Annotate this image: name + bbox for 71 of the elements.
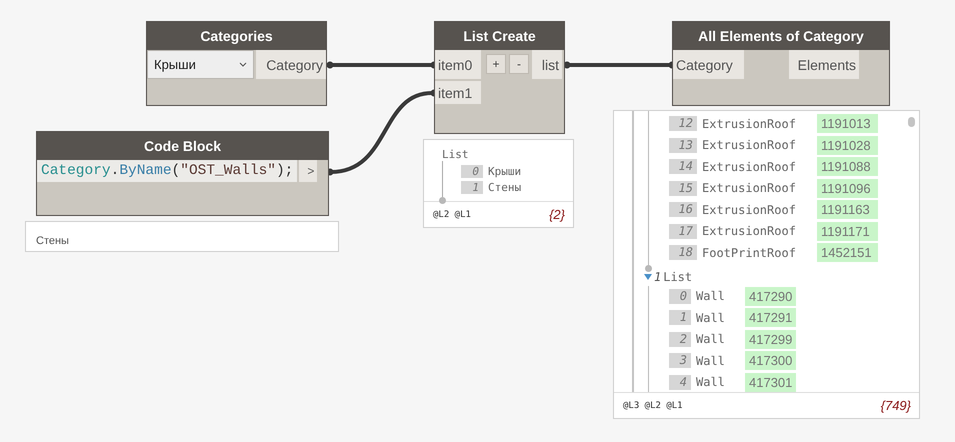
item-index: 1 [461,180,483,194]
item-index: 17 [669,224,697,239]
list-levels: @L2 @L1 [433,210,471,220]
item-index: 3 [669,353,691,368]
item-index: 4 [669,374,691,390]
element-type: ExtrusionRoof [702,202,797,217]
node-title: Code Block [37,132,328,160]
add-input-button[interactable]: + [486,54,506,74]
list-label: List [442,148,468,161]
element-type: Wall [696,310,726,325]
code-block-node[interactable]: Code Block Category.ByName("OST_Walls"); > [36,131,329,216]
element-type: Wall [696,289,726,304]
item-value: Стены [488,180,522,194]
item-index: 0 [669,288,691,304]
list-levels: @L3 @L2 @L1 [623,400,683,411]
element-type: Wall [696,354,726,368]
item-index: 0 [461,164,483,178]
input-port[interactable]: item0 [435,50,481,79]
item-index: 12 [669,116,697,132]
element-id: 417291 [745,308,796,328]
list-index: 1 [654,270,662,284]
item-index: 18 [669,245,697,260]
element-id: 417290 [745,286,796,306]
code-editor[interactable]: Category.ByName("OST_Walls"); [37,160,298,182]
element-id: 417299 [745,330,796,349]
element-id: 417301 [745,372,796,392]
list-label: List [663,270,692,284]
expand-toggle-icon[interactable] [644,274,652,280]
input-port[interactable]: Category [673,50,744,79]
node-title: Categories [147,22,326,50]
item-count: {749} [880,398,911,414]
tree-end-dot [439,197,446,204]
scrollbar-thumb[interactable] [908,117,915,127]
element-id: 417300 [745,351,796,370]
element-id: 1191088 [817,157,878,176]
item-index: 16 [669,202,697,218]
item-count: {2} [549,207,565,222]
element-type: Wall [696,375,726,390]
element-type: Wall [696,332,726,346]
element-id: 1191013 [817,114,878,134]
item-value: Крыши [488,164,522,178]
list-create-node[interactable]: List Create item0 + - list item1 [434,21,565,134]
input-port[interactable]: item1 [435,81,481,104]
element-type: ExtrusionRoof [702,138,797,152]
remove-input-button[interactable]: - [509,54,529,74]
element-id: 1191096 [817,178,878,198]
element-type: ExtrusionRoof [702,224,797,238]
item-index: 1 [669,310,691,326]
preview-value: Стены [36,235,69,247]
output-port[interactable]: Elements [789,50,859,79]
node-title: List Create [435,22,564,50]
output-port[interactable]: list [532,50,562,79]
item-index: 2 [669,332,691,347]
category-dropdown[interactable]: Крыши [147,50,254,79]
item-index: 14 [669,159,697,174]
all-elements-node[interactable]: All Elements of Category Category Elements [672,21,890,106]
categories-node[interactable]: Categories Крыши Category [146,21,327,106]
output-port[interactable]: Category [256,50,326,79]
element-id: 1191171 [817,222,878,241]
output-port[interactable]: > [299,160,318,182]
caret-icon [238,62,247,67]
element-id: 1452151 [817,243,878,262]
element-type: ExtrusionRoof [702,160,797,174]
element-type: ExtrusionRoof [702,116,797,131]
element-id: 1191163 [817,200,878,220]
item-index: 13 [669,138,697,153]
element-id: 1191028 [817,136,878,155]
element-type: FootPrintRoof [702,246,797,260]
item-index: 15 [669,180,697,196]
node-title: All Elements of Category [673,22,889,50]
element-type: ExtrusionRoof [702,181,797,196]
